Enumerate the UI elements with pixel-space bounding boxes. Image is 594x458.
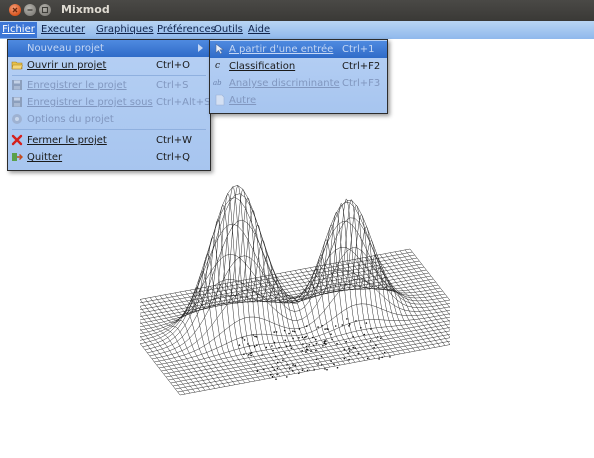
menu-item-quitter[interactable]: Quitter Ctrl+Q — [8, 149, 210, 166]
classification-label: Classification — [229, 61, 296, 72]
ouvrir-projet-label: Ouvrir un projet — [27, 60, 107, 71]
fermer-shortcut: Ctrl+W — [156, 135, 193, 146]
menu-item-analyse-discriminante: ab Analyse discriminante Ctrl+F3 — [210, 75, 387, 92]
menu-aide[interactable]: Aide — [248, 22, 270, 38]
enregistrer-shortcut: Ctrl+S — [156, 80, 189, 91]
close-x-icon — [11, 134, 23, 146]
menu-item-options-projet: Options du projet — [8, 111, 210, 128]
a-partir-shortcut: Ctrl+1 — [342, 44, 375, 55]
analyse-shortcut: Ctrl+F3 — [342, 78, 381, 89]
menu-executer[interactable]: Executer — [41, 22, 85, 38]
menu-item-classification[interactable]: c Classification Ctrl+F2 — [210, 58, 387, 75]
quitter-shortcut: Ctrl+Q — [156, 152, 191, 163]
enregistrer-projet-label: Enregistrer le projet — [27, 80, 127, 91]
save-icon — [12, 80, 22, 90]
classification-shortcut: Ctrl+F2 — [342, 61, 381, 72]
3d-density-plot — [140, 184, 450, 396]
menu-fichier[interactable]: Fichier — [0, 22, 37, 38]
exit-icon — [12, 153, 23, 161]
classification-c-icon: c — [215, 61, 221, 71]
enregistrer-sous-shortcut: Ctrl+Alt+S — [156, 97, 211, 108]
autre-label: Autre — [229, 95, 257, 106]
window-maximize-button[interactable] — [39, 4, 51, 16]
menu-bar: Fichier Executer Graphiques Préférences … — [0, 21, 594, 39]
ouvrir-shortcut: Ctrl+O — [156, 60, 191, 71]
menu-item-fermer-projet[interactable]: Fermer le projet Ctrl+W — [8, 132, 210, 149]
menu-separator — [12, 75, 206, 76]
fermer-projet-label: Fermer le projet — [27, 135, 107, 146]
window-title: Mixmod — [61, 3, 110, 16]
menu-item-nouveau-projet[interactable]: Nouveau projet — [8, 40, 210, 57]
window-close-button[interactable] — [9, 4, 21, 16]
menu-item-a-partir-entree[interactable]: A partir d'une entrée Ctrl+1 — [210, 41, 387, 58]
cursor-icon — [215, 43, 225, 55]
menu-preferences[interactable]: Préférences — [157, 22, 216, 38]
submenu-arrow-icon — [198, 44, 203, 52]
discriminant-icon: ab — [213, 79, 222, 87]
settings-icon — [12, 114, 22, 124]
quitter-label: Quitter — [27, 152, 63, 163]
menu-outils[interactable]: Outils — [214, 22, 243, 38]
analyse-discriminante-label: Analyse discriminante — [229, 78, 340, 89]
save-as-icon — [12, 97, 22, 107]
menu-item-enregistrer-projet: Enregistrer le projet Ctrl+S — [8, 77, 210, 94]
document-icon — [215, 94, 225, 106]
fichier-dropdown-menu: Nouveau projet Ouvrir un projet Ctrl+O E… — [7, 39, 211, 171]
nouveau-projet-submenu: A partir d'une entrée Ctrl+1 c Classific… — [209, 39, 388, 114]
options-projet-label: Options du projet — [27, 114, 114, 125]
a-partir-entree-label: A partir d'une entrée — [229, 44, 334, 55]
title-bar: Mixmod — [0, 0, 594, 21]
menu-item-autre: Autre — [210, 92, 387, 109]
menu-item-ouvrir-projet[interactable]: Ouvrir un projet Ctrl+O — [8, 57, 210, 74]
nouveau-projet-label: Nouveau projet — [27, 43, 104, 54]
menu-item-enregistrer-sous: Enregistrer le projet sous Ctrl+Alt+S — [8, 94, 210, 111]
menu-graphiques[interactable]: Graphiques — [96, 22, 154, 38]
folder-open-icon — [11, 61, 23, 70]
menu-separator — [12, 129, 206, 130]
enregistrer-sous-label: Enregistrer le projet sous — [27, 97, 153, 108]
window-minimize-button[interactable] — [24, 4, 36, 16]
